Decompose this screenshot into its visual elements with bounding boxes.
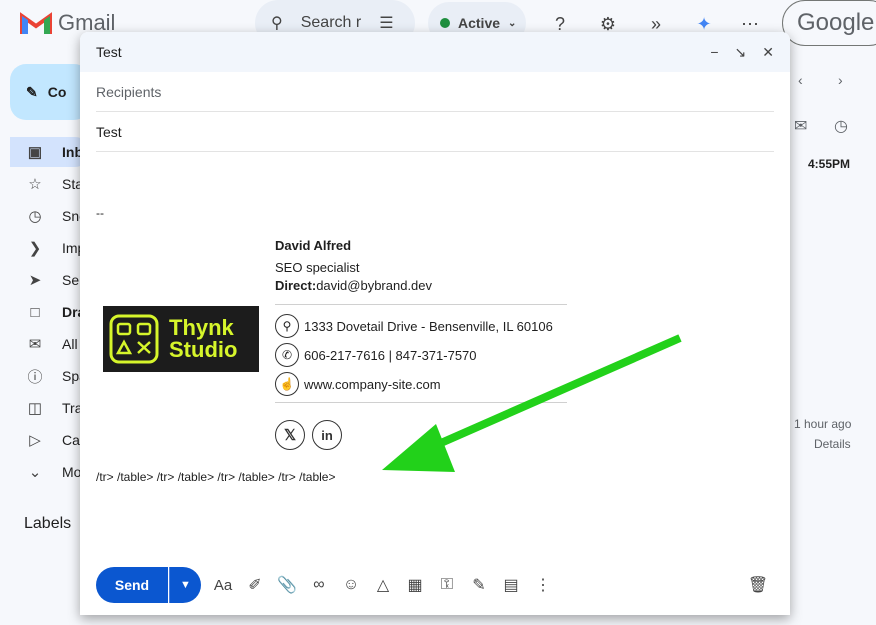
compose-button[interactable]: ✎ Co — [10, 64, 90, 120]
sidebar-item-trash[interactable]: ◫ Tra — [10, 393, 90, 423]
inbox-icon: ▣ — [27, 144, 43, 161]
chevron-right-icon[interactable]: › — [838, 72, 843, 88]
compose-toolbar: Send ▼ Aa ✐ 📎 ∞ ☺ △ ▦ ⚿ ✎ ▤ ⋮ 🗑 — [80, 555, 790, 615]
attach-icon[interactable]: 📎 — [271, 569, 303, 601]
compose-title: Test — [96, 44, 122, 60]
compose-header[interactable]: Test − ↘ ✕ — [80, 32, 790, 72]
pencil-icon: ✎ — [26, 83, 38, 100]
sidebar-item-label: All — [62, 336, 78, 352]
chevron-left-icon[interactable]: ‹ — [798, 72, 803, 88]
sidebar-item-spam[interactable]: ⓘ Spa — [10, 361, 90, 391]
send-button[interactable]: Send — [96, 567, 168, 603]
message-body[interactable]: -- David Alfred SEO specialist Direct:da… — [80, 152, 790, 572]
label-icon: ▷ — [29, 432, 41, 449]
send-options-button[interactable]: ▼ — [169, 567, 201, 603]
photo-icon[interactable]: ▦ — [399, 569, 431, 601]
gmail-m-icon — [20, 12, 52, 34]
signature-icon[interactable]: ✎ — [463, 569, 495, 601]
ai-write-icon[interactable]: ✐ — [239, 569, 271, 601]
confidential-mode-icon[interactable]: ⚿ — [431, 569, 463, 601]
sidebar-item-categories[interactable]: ▷ Cat — [10, 425, 90, 455]
snooze-icon[interactable]: ◷ — [834, 116, 848, 136]
details-link[interactable]: Details — [814, 437, 851, 451]
trash-icon: ◫ — [27, 400, 43, 417]
sidebar-item-starred[interactable]: ☆ Sta — [10, 169, 90, 199]
minimize-icon[interactable]: − — [710, 44, 718, 61]
sidebar-item-snoozed[interactable]: ◷ Sno — [10, 201, 90, 231]
filter-icon[interactable]: ☰ — [379, 13, 393, 33]
sidebar-item-inbox[interactable]: ▣ Inb — [10, 137, 90, 167]
sidebar-item-drafts[interactable]: □ Dra — [10, 297, 90, 327]
search-placeholder: Search r — [300, 14, 362, 31]
sidebar-item-all-mail[interactable]: ✉ All — [10, 329, 90, 359]
draft-icon: □ — [30, 303, 40, 321]
close-icon[interactable]: ✕ — [762, 44, 774, 61]
status-dot — [440, 18, 450, 28]
compose-window: Test − ↘ ✕ Recipients Test -- David Alfr… — [80, 32, 790, 615]
last-activity: 1 hour ago — [794, 417, 852, 431]
green-arrow-annotation — [382, 334, 682, 472]
drive-icon[interactable]: △ — [367, 569, 399, 601]
chevron-down-icon: ⌄ — [508, 17, 517, 29]
email-time: 4:55PM — [808, 157, 851, 171]
spam-icon: ⓘ — [27, 368, 43, 386]
schedule-icon[interactable]: ▤ — [495, 569, 527, 601]
sidebar-item-more[interactable]: ⌄ Mo — [10, 457, 90, 487]
mail-icon: ✉ — [28, 336, 42, 353]
compose-label: Co — [47, 84, 67, 100]
inbox-right-pane: ‹ › ✉ ◷ 4:55PM 1 hour ago Details — [790, 60, 876, 625]
sidebar-item-sent[interactable]: ➤ Ser — [10, 265, 90, 295]
status-label: Active — [458, 15, 501, 31]
chevron-down-icon: ⌄ — [28, 464, 42, 481]
mark-read-icon[interactable]: ✉ — [794, 116, 807, 136]
google-account-button[interactable]: Google — [782, 0, 876, 46]
star-icon: ☆ — [28, 176, 42, 193]
subject-field[interactable]: Test — [96, 112, 774, 152]
caret-down-icon: ▼ — [180, 579, 191, 591]
discard-draft-icon[interactable]: 🗑 — [742, 569, 774, 601]
emoji-icon[interactable]: ☺ — [335, 569, 367, 601]
formatting-options-button[interactable]: Aa — [207, 569, 239, 601]
link-icon[interactable]: ∞ — [303, 569, 335, 601]
more-options-icon[interactable]: ⋮ — [527, 569, 559, 601]
label-important-icon: ❯ — [28, 240, 42, 257]
sidebar-item-important[interactable]: ❯ Imp — [10, 233, 90, 263]
clock-icon: ◷ — [28, 208, 42, 225]
sidebar-item-label: Mo — [62, 464, 82, 480]
send-icon: ➤ — [28, 272, 42, 289]
search-icon[interactable]: ⚲ — [271, 13, 283, 33]
labels-heading: Labels — [24, 515, 72, 532]
recipients-field[interactable]: Recipients — [96, 72, 774, 112]
exit-fullscreen-icon[interactable]: ↘ — [735, 44, 747, 61]
